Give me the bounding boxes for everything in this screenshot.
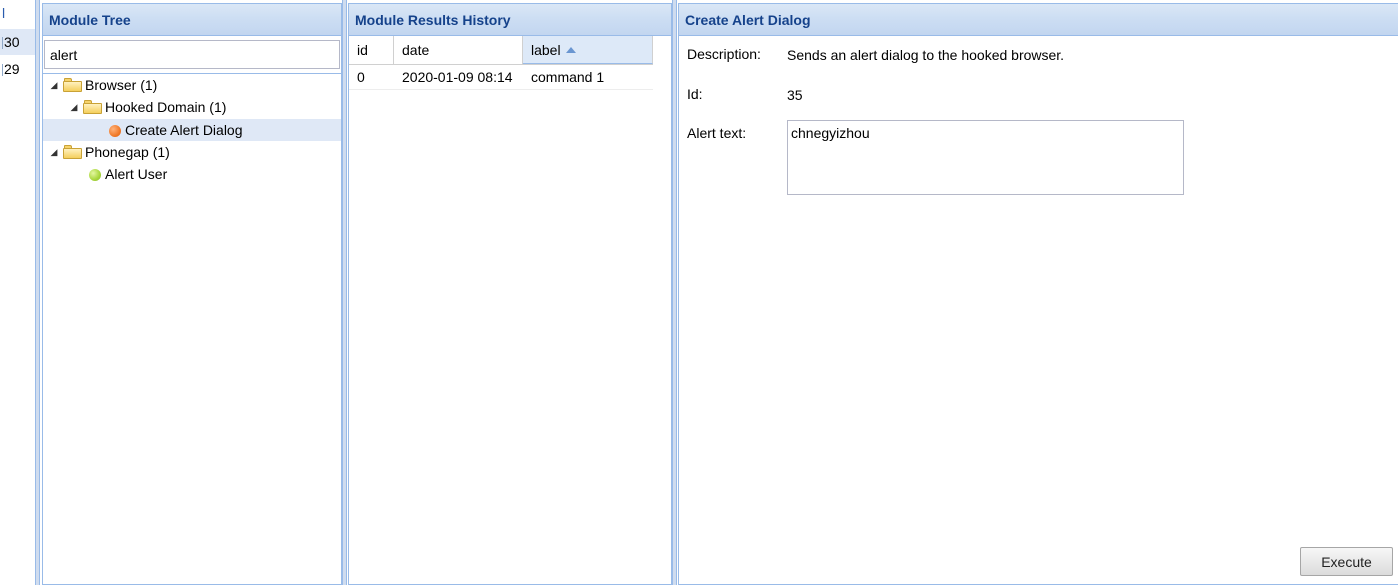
list-item-label: 29 (4, 61, 20, 77)
cell-date: 2020-01-09 08:14 (402, 69, 513, 85)
list-item[interactable]: 30 (0, 29, 36, 55)
tree-node-alert-user[interactable]: Alert User (43, 163, 341, 185)
sort-ascending-icon (565, 47, 576, 54)
search-bar (43, 36, 341, 74)
module-detail-panel: Create Alert Dialog Description: Sends a… (678, 3, 1398, 585)
tree-node-create-alert-dialog[interactable]: Create Alert Dialog (43, 119, 341, 141)
tree-node-browser[interactable]: ◢ Browser (1) (43, 74, 341, 96)
splitter[interactable] (342, 0, 347, 585)
module-status-green-icon (89, 169, 101, 181)
hooked-browsers-list: l 30 29 (0, 0, 36, 585)
tree-node-label: Phonegap (1) (85, 144, 170, 160)
cell-label: command 1 (531, 69, 605, 85)
list-item[interactable]: l (0, 0, 36, 28)
column-header-label: label (531, 42, 561, 58)
column-header-label[interactable]: label (523, 36, 653, 64)
module-results-history-panel: Module Results History id date label 0 2… (348, 3, 672, 585)
results-grid: id date label 0 2020-01-09 08:14 command… (349, 36, 653, 90)
folder-open-icon (83, 100, 102, 114)
tree-node-hooked-domain[interactable]: ◢ Hooked Domain (1) (43, 96, 341, 118)
folder-open-icon (63, 145, 82, 159)
table-row[interactable]: 0 2020-01-09 08:14 command 1 (349, 65, 653, 90)
splitter[interactable] (672, 0, 677, 585)
tree-line-icon (2, 64, 3, 77)
tree-node-phonegap[interactable]: ◢ Phonegap (1) (43, 141, 341, 163)
module-search-input[interactable] (44, 40, 340, 69)
column-header-date[interactable]: date (394, 36, 523, 64)
tree-line-icon (2, 37, 3, 50)
column-header-label: id (357, 42, 368, 58)
list-item-label: 30 (4, 34, 20, 50)
expand-arrow-icon[interactable]: ◢ (69, 96, 79, 118)
expand-arrow-icon[interactable]: ◢ (49, 141, 59, 163)
id-value: 35 (787, 87, 803, 103)
execute-button[interactable]: Execute (1300, 547, 1393, 576)
module-form: Description: Sends an alert dialog to th… (679, 36, 1398, 584)
list-item-label: l (2, 5, 6, 21)
tree-node-label: Hooked Domain (1) (105, 99, 227, 115)
splitter[interactable] (35, 0, 40, 585)
id-label: Id: (687, 86, 703, 102)
grid-header: id date label (349, 36, 653, 65)
module-status-orange-icon (109, 125, 121, 137)
expand-arrow-icon[interactable]: ◢ (49, 74, 59, 96)
column-header-id[interactable]: id (349, 36, 394, 64)
panel-title: Create Alert Dialog (679, 4, 1398, 36)
panel-title: Module Tree (43, 4, 341, 36)
module-tree-panel: Module Tree ◢ Browser (1) ◢ Hooked Domai… (42, 3, 342, 585)
alert-text-label: Alert text: (687, 125, 747, 141)
cell-id: 0 (357, 69, 365, 85)
tree-node-label: Alert User (105, 166, 168, 182)
tree-node-label: Create Alert Dialog (125, 122, 243, 138)
folder-open-icon (63, 78, 82, 92)
description-value: Sends an alert dialog to the hooked brow… (787, 47, 1065, 63)
alert-text-field[interactable]: chnegyizhou (787, 120, 1184, 195)
description-label: Description: (687, 46, 761, 62)
panel-title: Module Results History (349, 4, 671, 36)
list-item[interactable]: 29 (0, 56, 36, 82)
column-header-label: date (402, 42, 430, 58)
tree-node-label: Browser (1) (85, 77, 158, 93)
